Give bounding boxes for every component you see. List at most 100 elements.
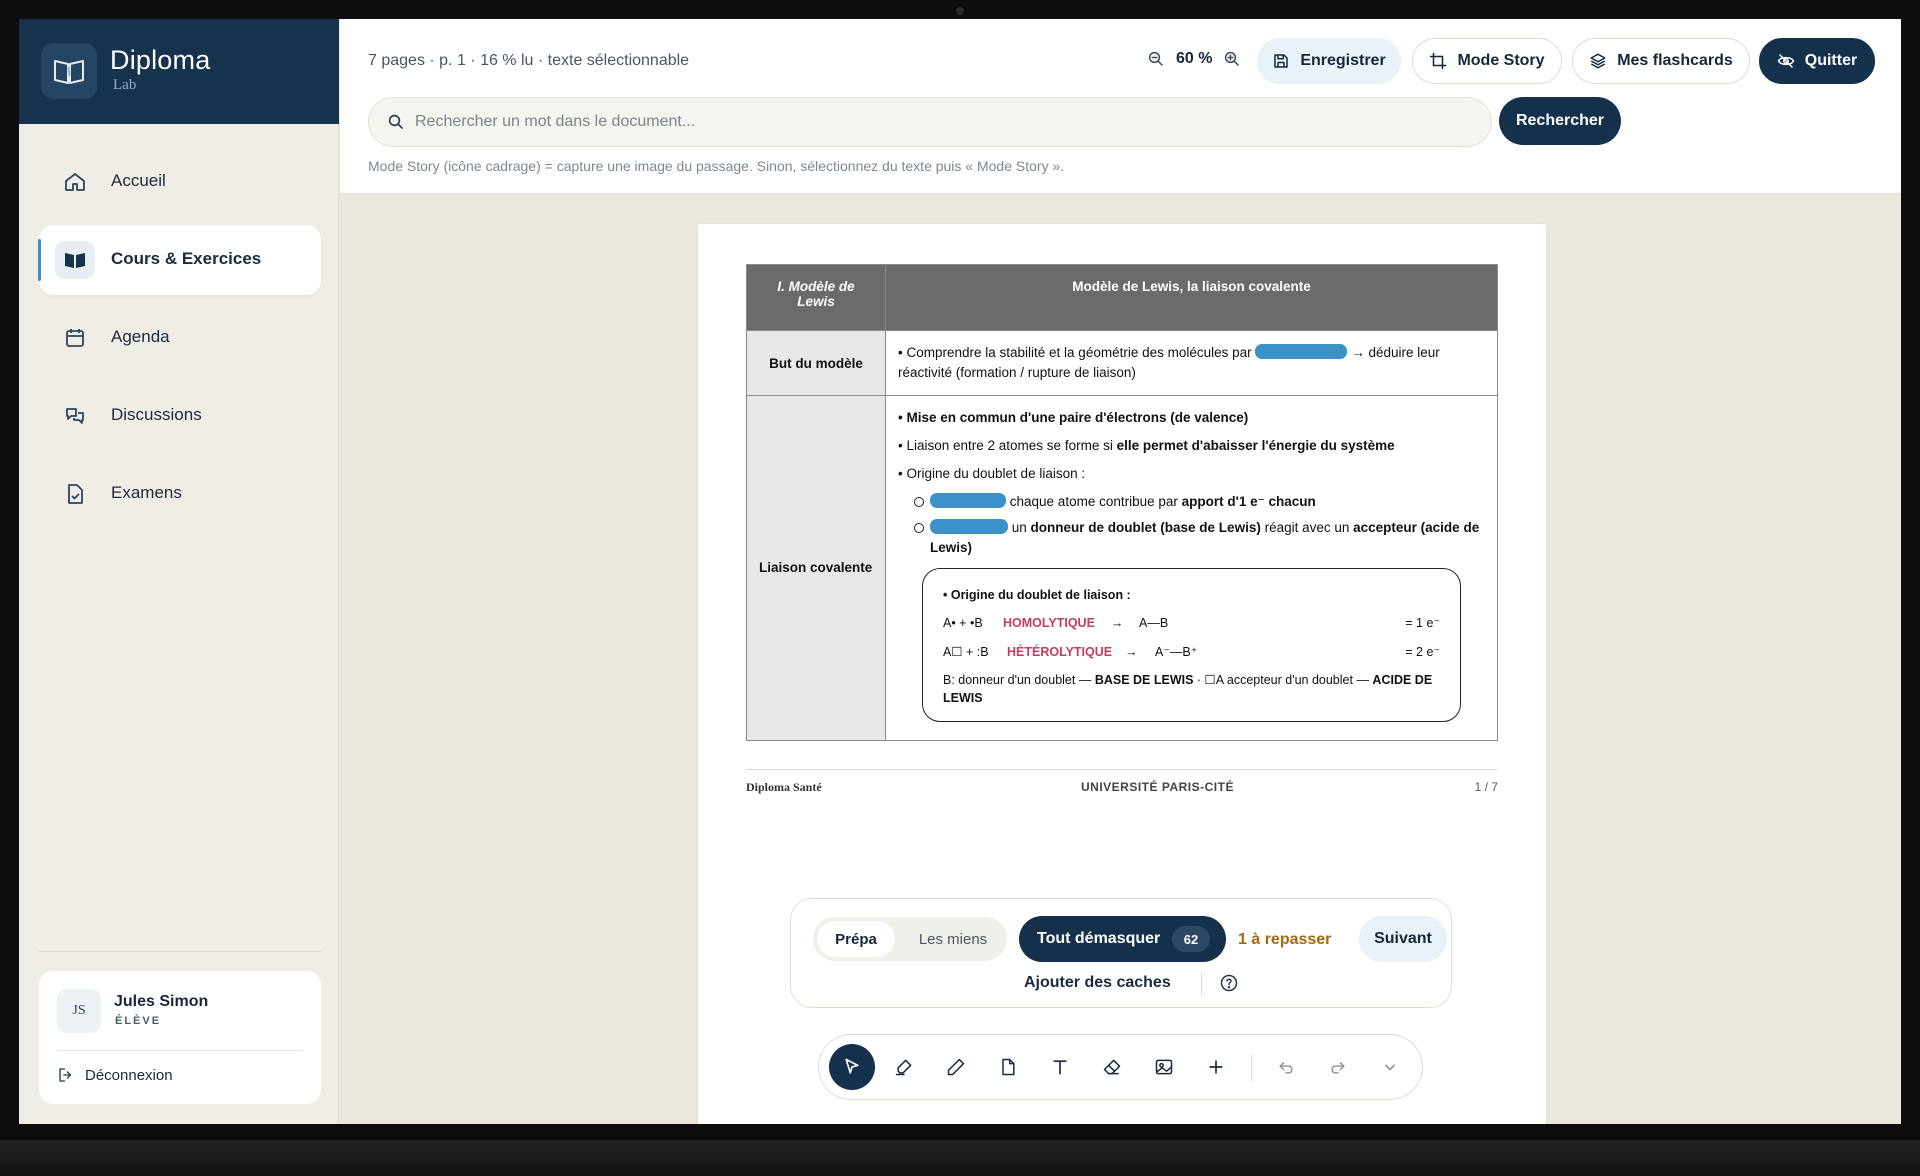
highlighter-icon xyxy=(895,1059,912,1076)
home-icon xyxy=(63,170,87,194)
save-icon xyxy=(1274,54,1289,68)
add-masks-button[interactable]: Ajouter des caches xyxy=(1024,974,1171,992)
search-input[interactable] xyxy=(415,98,1475,146)
table-row: Liaison covalente • Mise en commun d'une… xyxy=(746,395,1498,741)
book-icon xyxy=(63,248,87,272)
mask-source-toggle: Prépa Les miens xyxy=(813,917,1007,961)
sub-bullet: un donneur de doublet (base de Lewis) ré… xyxy=(914,518,1485,558)
box-note: B: donneur d'un doublet — BASE DE LEWIS … xyxy=(943,673,1433,705)
zoom-out-icon[interactable] xyxy=(1146,49,1166,69)
logo-book-icon xyxy=(41,43,97,99)
mask-count-badge: 62 xyxy=(1172,926,1210,952)
reaction-row: A☐ + :B HÉTÉROLYTIQUE → A⁻—B⁺ = 2 e⁻ xyxy=(943,645,1440,659)
cursor-icon xyxy=(845,1058,859,1074)
sidebar-item-examens[interactable]: Examens xyxy=(39,459,321,529)
select-tool[interactable] xyxy=(829,1044,875,1090)
plus-icon xyxy=(1209,1060,1223,1074)
divider xyxy=(1251,1055,1252,1081)
flashcards-button[interactable]: Mes flashcards xyxy=(1572,38,1750,84)
toggle-prepa[interactable]: Prépa xyxy=(817,921,895,957)
sidebar-divider xyxy=(39,951,321,952)
flashcard-mask[interactable] xyxy=(930,493,1006,508)
box-title: • Origine du doublet de liaison : xyxy=(943,588,1131,602)
exam-file-icon xyxy=(63,482,87,506)
brand-name: Diploma xyxy=(110,45,211,75)
sidebar-item-accueil[interactable]: Accueil xyxy=(39,147,321,217)
search-button[interactable]: Rechercher xyxy=(1499,97,1621,145)
review-count[interactable]: 1 à repasser xyxy=(1238,931,1331,949)
sidebar-item-label: Discussions xyxy=(111,405,202,424)
mode-story-button[interactable]: Mode Story xyxy=(1412,38,1562,84)
lewis-table: I. Modèle de Lewis Modèle de Lewis, la l… xyxy=(746,264,1498,741)
document-toolbar: 7 pages · p. 1 · 16 % lu · texte sélecti… xyxy=(340,19,1901,194)
quit-button[interactable]: Quitter xyxy=(1759,38,1875,84)
document-icon xyxy=(1002,1058,1015,1076)
divider xyxy=(1201,973,1202,995)
sidebar-item-discussions[interactable]: Discussions xyxy=(39,381,321,451)
sidebar-item-cours[interactable]: Cours & Exercices xyxy=(38,225,321,295)
highlighter-tool[interactable] xyxy=(881,1044,927,1090)
logout-button[interactable]: Déconnexion xyxy=(57,1066,173,1084)
zoom-in-icon[interactable] xyxy=(1222,49,1242,69)
add-tool[interactable] xyxy=(1193,1044,1239,1090)
doublet-origin-box: • Origine du doublet de liaison : A• + •… xyxy=(922,568,1461,722)
redo-button[interactable] xyxy=(1315,1044,1361,1090)
brand-header: Diploma Lab xyxy=(19,19,339,124)
brand-sub: Lab xyxy=(113,77,137,93)
image-icon xyxy=(1155,1059,1173,1075)
pen-tool[interactable] xyxy=(933,1044,979,1090)
zoom-level: 60 % xyxy=(1176,50,1213,67)
user-role: ÉLÈVE xyxy=(115,1015,162,1027)
row-label: But du modèle xyxy=(746,330,886,396)
logout-label: Déconnexion xyxy=(85,1066,173,1084)
bullet: • Mise en commun d'une paire d'électrons… xyxy=(898,410,1249,425)
layers-icon xyxy=(1590,53,1606,69)
next-button[interactable]: Suivant xyxy=(1359,916,1447,962)
save-button[interactable]: Enregistrer xyxy=(1257,38,1401,84)
flashcard-panel: Prépa Les miens Tout démasquer 62 1 à re… xyxy=(790,898,1452,1008)
sidebar-item-label: Cours & Exercices xyxy=(111,249,262,268)
text-tool[interactable] xyxy=(1037,1044,1083,1090)
image-tool[interactable] xyxy=(1141,1044,1187,1090)
undo-icon xyxy=(1279,1062,1293,1074)
eraser-icon xyxy=(1103,1059,1121,1075)
user-card: JS Jules Simon ÉLÈVE Déconnexion xyxy=(39,971,321,1104)
circle-bullet-icon xyxy=(914,497,924,507)
flashcard-mask[interactable] xyxy=(1255,344,1348,359)
crop-icon xyxy=(1430,52,1447,70)
device-camera xyxy=(956,7,964,15)
eraser-tool[interactable] xyxy=(1089,1044,1135,1090)
sidebar-item-agenda[interactable]: Agenda xyxy=(39,303,321,373)
sidebar-item-label: Accueil xyxy=(111,171,166,190)
page-footer: Diploma Santé UNIVERSITÉ PARIS-CITÉ 1 / … xyxy=(746,769,1498,794)
footer-brand: Diploma Santé xyxy=(746,780,822,794)
user-name: Jules Simon xyxy=(114,993,209,1010)
page-tool[interactable] xyxy=(985,1044,1031,1090)
page-number: 1 / 7 xyxy=(1474,780,1498,794)
reveal-all-button[interactable]: Tout démasquer 62 xyxy=(1019,916,1226,962)
sidebar-item-label: Examens xyxy=(111,483,182,502)
footer-university: UNIVERSITÉ PARIS-CITÉ xyxy=(1081,780,1234,794)
mode-story-hint: Mode Story (icône cadrage) = capture une… xyxy=(368,158,1065,174)
bullet: • Liaison entre 2 atomes se forme si ell… xyxy=(898,438,1395,453)
search-box xyxy=(368,97,1492,147)
toggle-mine[interactable]: Les miens xyxy=(903,921,1003,957)
row-label: Liaison covalente xyxy=(746,395,886,741)
annotation-toolbar xyxy=(818,1034,1423,1100)
device-base xyxy=(0,1140,1920,1176)
row-content: • Mise en commun d'une paire d'électrons… xyxy=(885,395,1498,741)
document-meta: 7 pages · p. 1 · 16 % lu · texte sélecti… xyxy=(368,52,690,69)
table-row: But du modèle • Comprendre la stabilité … xyxy=(746,330,1498,396)
table-header-title: Modèle de Lewis, la liaison covalente xyxy=(885,264,1498,331)
more-tools-button[interactable] xyxy=(1367,1044,1413,1090)
avatar[interactable]: JS xyxy=(57,989,101,1033)
table-header-section: I. Modèle de Lewis xyxy=(746,264,886,331)
zoom-control: 60 % xyxy=(1146,49,1242,69)
sub-bullet: chaque atome contribue par apport d'1 e⁻… xyxy=(914,492,1485,512)
undo-button[interactable] xyxy=(1263,1044,1309,1090)
circle-bullet-icon xyxy=(914,523,924,533)
eye-off-icon xyxy=(1777,54,1795,68)
sidebar: Diploma Lab Accueil Cours & Exercices Ag… xyxy=(19,19,339,1124)
help-icon[interactable] xyxy=(1219,973,1239,993)
flashcard-mask[interactable] xyxy=(930,519,1008,534)
